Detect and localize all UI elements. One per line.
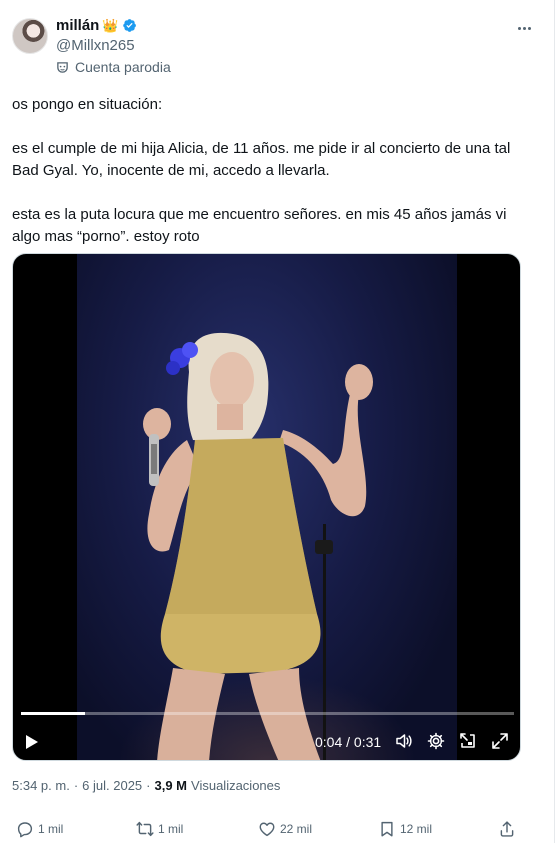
repost-count: 1 mil (158, 822, 184, 836)
parody-label: Cuenta parodia (56, 59, 171, 75)
pip-icon[interactable] (459, 732, 477, 750)
tweet-post: millán 👑 @Millxn265 Cuenta parodia os po… (0, 0, 554, 843)
more-icon[interactable] (514, 18, 534, 38)
avatar[interactable] (12, 18, 48, 54)
settings-icon[interactable] (427, 732, 445, 750)
handle[interactable]: @Millxn265 (56, 37, 135, 54)
like-button[interactable]: 22 mil (258, 820, 312, 838)
play-icon[interactable] (25, 734, 39, 750)
video-controls: 0:04 / 0:31 (13, 722, 520, 760)
bookmark-button[interactable]: 12 mil (378, 820, 432, 838)
share-icon (500, 821, 514, 837)
meta-separator: · (73, 778, 79, 793)
tweet-header: millán 👑 @Millxn265 Cuenta parodia (12, 16, 542, 80)
tweet-paragraph: es el cumple de mi hija Alicia, de 11 añ… (12, 140, 511, 179)
volume-icon[interactable] (395, 732, 413, 750)
repost-button[interactable]: 1 mil (136, 820, 183, 838)
bookmark-count: 12 mil (400, 822, 433, 836)
parody-text: Cuenta parodia (75, 59, 171, 75)
bookmark-icon (381, 821, 393, 837)
tweet-meta: 5:34 p. m. · 6 jul. 2025 · 3,9 M Visuali… (12, 778, 280, 793)
tweet-date[interactable]: 6 jul. 2025 (82, 778, 142, 793)
views-count[interactable]: 3,9 M (155, 778, 188, 793)
crown-emoji: 👑 (102, 18, 119, 33)
reply-icon (17, 822, 33, 838)
video-thumbnail (143, 332, 373, 760)
tweet-paragraph: esta es la puta locura que me encuentro … (12, 206, 507, 245)
video-progress-bar[interactable] (21, 712, 514, 715)
tweet-actions: 1 mil 1 mil 22 mil 12 mil (12, 820, 522, 842)
video-progress-fill (21, 712, 86, 715)
share-button[interactable] (498, 820, 516, 838)
reply-button[interactable]: 1 mil (16, 820, 63, 838)
name-row: millán 👑 (56, 17, 137, 34)
tweet-paragraph: os pongo en situación: (12, 96, 163, 113)
tweet-text: os pongo en situación: es el cumple de m… (12, 94, 532, 248)
column-border (554, 0, 560, 843)
tweet-time[interactable]: 5:34 p. m. (12, 778, 70, 793)
meta-separator: · (146, 778, 151, 793)
video-player[interactable]: 0:04 / 0:31 (12, 253, 521, 761)
verified-icon (122, 19, 136, 32)
display-name[interactable]: millán (56, 17, 99, 34)
like-count: 22 mil (280, 822, 313, 836)
parody-mask-icon (57, 61, 68, 73)
like-icon (259, 822, 275, 837)
fullscreen-icon[interactable] (491, 732, 509, 750)
video-frame (77, 254, 457, 760)
video-time: 0:04 / 0:31 (315, 734, 382, 750)
repost-icon (136, 821, 154, 837)
reply-count: 1 mil (38, 822, 64, 836)
views-label: Visualizaciones (191, 778, 281, 793)
